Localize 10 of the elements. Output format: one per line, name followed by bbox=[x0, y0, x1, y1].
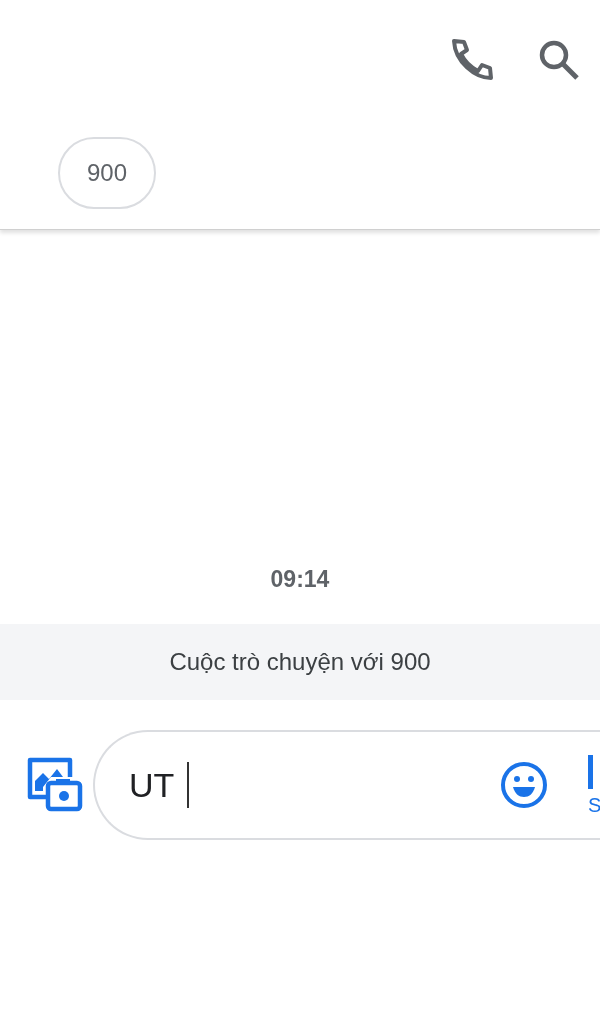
message-field[interactable]: UT bbox=[129, 759, 187, 811]
conversation-banner: Cuộc trò chuyện với 900 bbox=[0, 624, 600, 700]
send-button[interactable]: S bbox=[588, 755, 600, 815]
gallery-camera-icon[interactable] bbox=[27, 757, 83, 813]
recipient-chip[interactable]: 900 bbox=[58, 137, 156, 209]
text-cursor bbox=[186, 762, 189, 808]
phone-icon[interactable] bbox=[450, 38, 494, 82]
search-icon[interactable] bbox=[538, 39, 580, 81]
timestamp: 09:14 bbox=[270, 564, 330, 594]
emoji-icon[interactable] bbox=[500, 761, 548, 809]
